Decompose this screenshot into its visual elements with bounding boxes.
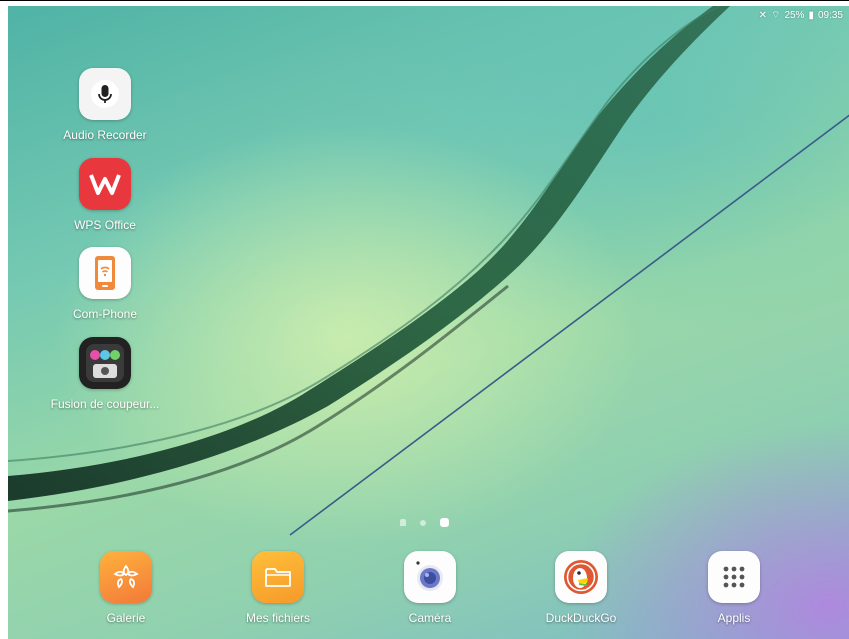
app-label: DuckDuckGo: [545, 611, 617, 625]
camera-icon: [404, 551, 456, 603]
phone-wifi-icon: [79, 247, 131, 299]
app-fusion-de-coupeur[interactable]: Fusion de coupeur...: [45, 337, 165, 411]
duckduckgo-icon: [555, 551, 607, 603]
dock-app-mes-fichiers[interactable]: Mes fichiers: [218, 551, 338, 625]
wifi-icon: ⌔: [771, 10, 781, 21]
home-screen: ✕ ⌔ 25% ▮ 09:35 Audio Recorder WPS Offic…: [8, 6, 849, 639]
microphone-icon: [79, 68, 131, 120]
app-label: Caméra: [408, 611, 452, 625]
page-dot[interactable]: [420, 519, 426, 526]
dock-app-duckduckgo[interactable]: DuckDuckGo: [521, 551, 641, 625]
frame-border: [0, 0, 849, 1]
wps-logo-icon: [79, 158, 131, 210]
app-label: Fusion de coupeur...: [50, 397, 160, 411]
app-label: Com-Phone: [72, 307, 138, 321]
battery-percent: 25%: [784, 10, 805, 21]
app-wps-office[interactable]: WPS Office: [45, 158, 165, 232]
app-com-phone[interactable]: Com-Phone: [45, 247, 165, 321]
app-label: Applis: [717, 611, 751, 625]
music-mixer-icon: [79, 337, 131, 389]
app-label: Galerie: [106, 611, 146, 625]
page-indicator: [400, 518, 449, 527]
app-label: Mes fichiers: [245, 611, 310, 625]
app-audio-recorder[interactable]: Audio Recorder: [45, 68, 165, 142]
home-page-indicator[interactable]: [400, 519, 406, 526]
page-dot-active[interactable]: [440, 518, 449, 527]
mute-icon: ✕: [758, 10, 768, 21]
dock-app-galerie[interactable]: Galerie: [66, 551, 186, 625]
dock-app-camera[interactable]: Caméra: [370, 551, 490, 625]
gallery-flower-icon: [100, 551, 152, 603]
clock: 09:35: [817, 10, 843, 21]
app-label: WPS Office: [74, 218, 136, 232]
app-label: Audio Recorder: [63, 128, 147, 142]
dock-app-applis[interactable]: Applis: [674, 551, 794, 625]
status-bar: ✕ ⌔ 25% ▮ 09:35: [759, 9, 843, 22]
folder-icon: [252, 551, 304, 603]
apps-grid-icon: [708, 551, 760, 603]
battery-icon: ▮: [808, 10, 814, 21]
